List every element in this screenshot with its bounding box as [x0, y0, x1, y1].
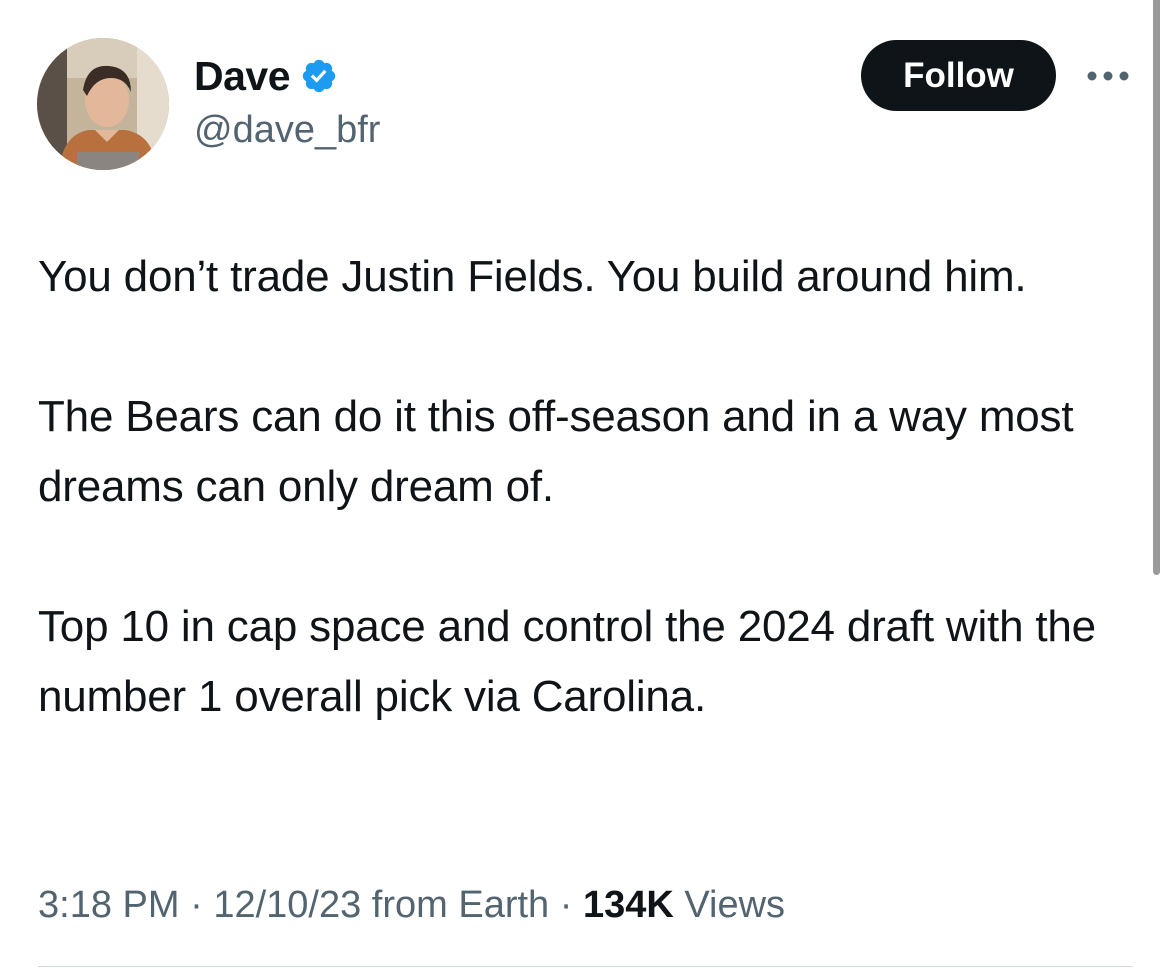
more-horizontal-icon[interactable]: [1086, 66, 1130, 86]
tweet-date[interactable]: 12/10/23: [213, 884, 361, 926]
author-display-name[interactable]: Dave: [194, 51, 291, 101]
avatar[interactable]: [37, 38, 169, 170]
tweet-paragraph: The Bears can do it this off-season and …: [38, 392, 1074, 511]
tweet-text: You don’t trade Justin Fields. You build…: [38, 242, 1143, 732]
meta-separator: ·: [190, 884, 203, 926]
tweet-source: from Earth: [371, 884, 550, 926]
tweet-meta: 3:18 PM · 12/10/23 from Earth · 134K Vie…: [38, 879, 785, 931]
divider: [38, 966, 1133, 967]
tweet-paragraph: Top 10 in cap space and control the 2024…: [38, 602, 1096, 721]
follow-button[interactable]: Follow: [861, 40, 1056, 111]
tweet-time[interactable]: 3:18 PM: [38, 884, 180, 926]
views-count: 134K: [582, 884, 674, 926]
tweet-paragraph: You don’t trade Justin Fields. You build…: [38, 252, 1027, 301]
author-handle[interactable]: @dave_bfr: [194, 106, 380, 154]
meta-separator: ·: [559, 884, 573, 926]
author-name-row[interactable]: Dave: [194, 51, 338, 101]
verified-badge-icon: [302, 59, 336, 93]
scrollbar[interactable]: [1153, 0, 1160, 575]
views-label: Views: [684, 884, 786, 926]
avatar-photo: [37, 38, 169, 170]
